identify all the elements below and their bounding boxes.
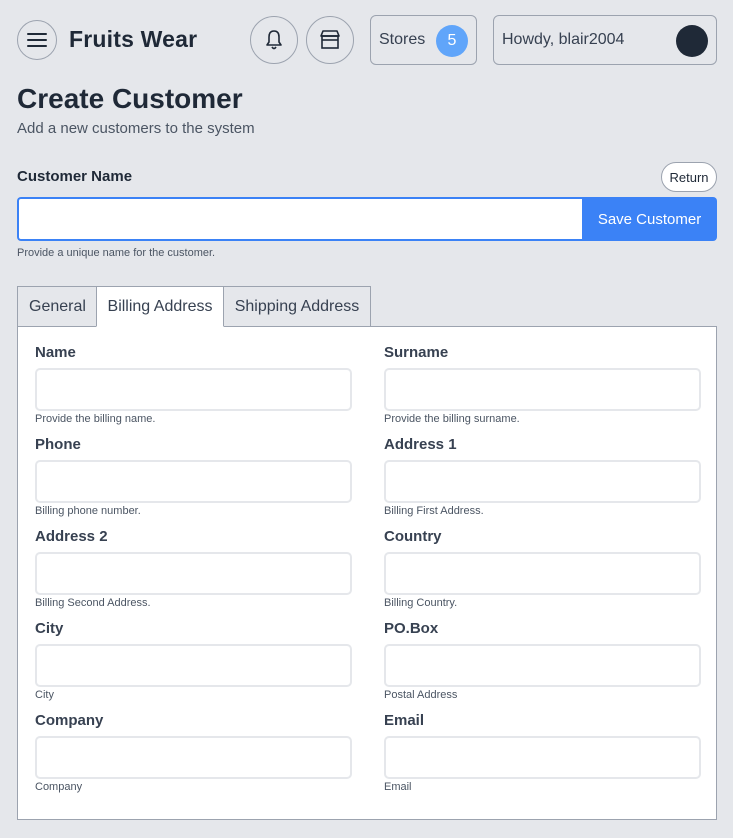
user-greeting: Howdy, blair2004 [502,31,625,48]
billing-country-label: Country [384,528,442,545]
billing-city-help: City [35,689,54,701]
billing-pobox-help: Postal Address [384,689,458,701]
billing-address1-help: Billing First Address. [384,505,484,517]
brand-title: Fruits Wear [69,26,198,52]
billing-city-label: City [35,620,64,637]
billing-country-help: Billing Country. [384,597,458,609]
store-button[interactable] [306,16,354,64]
billing-phone-input[interactable] [35,460,352,503]
customer-name-label: Customer Name [17,168,133,185]
billing-email-label: Email [384,712,425,729]
billing-email-input[interactable] [384,736,701,779]
billing-company-input[interactable] [35,736,352,779]
billing-surname-help: Provide the billing surname. [384,413,520,425]
stores-label: Stores [379,31,426,48]
billing-pobox-label: PO.Box [384,620,439,637]
billing-address2-help: Billing Second Address. [35,597,151,609]
page-subtitle: Add a new customers to the system [17,120,255,137]
store-icon [320,30,340,49]
save-customer-button[interactable]: Save Customer [582,197,717,241]
billing-pobox-input[interactable] [384,644,701,687]
tab-billing-address[interactable]: Billing Address [96,286,224,327]
billing-name-input[interactable] [35,368,352,411]
stores-selector[interactable]: Stores 5 [370,15,477,65]
billing-address1-input[interactable] [384,460,701,503]
menu-button[interactable] [17,20,57,60]
user-menu[interactable]: Howdy, blair2004 [493,15,717,65]
return-button[interactable]: Return [661,162,717,192]
billing-company-label: Company [35,712,104,729]
billing-country-input[interactable] [384,552,701,595]
billing-address1-label: Address 1 [384,436,457,453]
billing-city-input[interactable] [35,644,352,687]
billing-surname-input[interactable] [384,368,701,411]
billing-phone-label: Phone [35,436,81,453]
billing-name-label: Name [35,344,76,361]
tab-general[interactable]: General [17,286,97,327]
billing-name-help: Provide the billing name. [35,413,156,425]
billing-address2-label: Address 2 [35,528,108,545]
billing-company-help: Company [35,781,83,793]
billing-address-panel: Name Provide the billing name. Surname P… [17,326,717,820]
page-title: Create Customer [17,83,243,114]
billing-surname-label: Surname [384,344,449,361]
menu-icon [27,33,47,47]
tab-shipping-address[interactable]: Shipping Address [223,286,371,327]
billing-address2-input[interactable] [35,552,352,595]
top-bar: Fruits Wear Stores 5 Howdy, blair2004 [0,0,733,80]
customer-name-help: Provide a unique name for the customer. [17,247,216,259]
notifications-button[interactable] [250,16,298,64]
billing-email-help: Email [384,781,412,793]
avatar [676,25,708,57]
billing-phone-help: Billing phone number. [35,505,141,517]
customer-name-input[interactable] [17,197,583,241]
bell-icon [266,30,282,50]
stores-count-badge: 5 [436,25,468,57]
